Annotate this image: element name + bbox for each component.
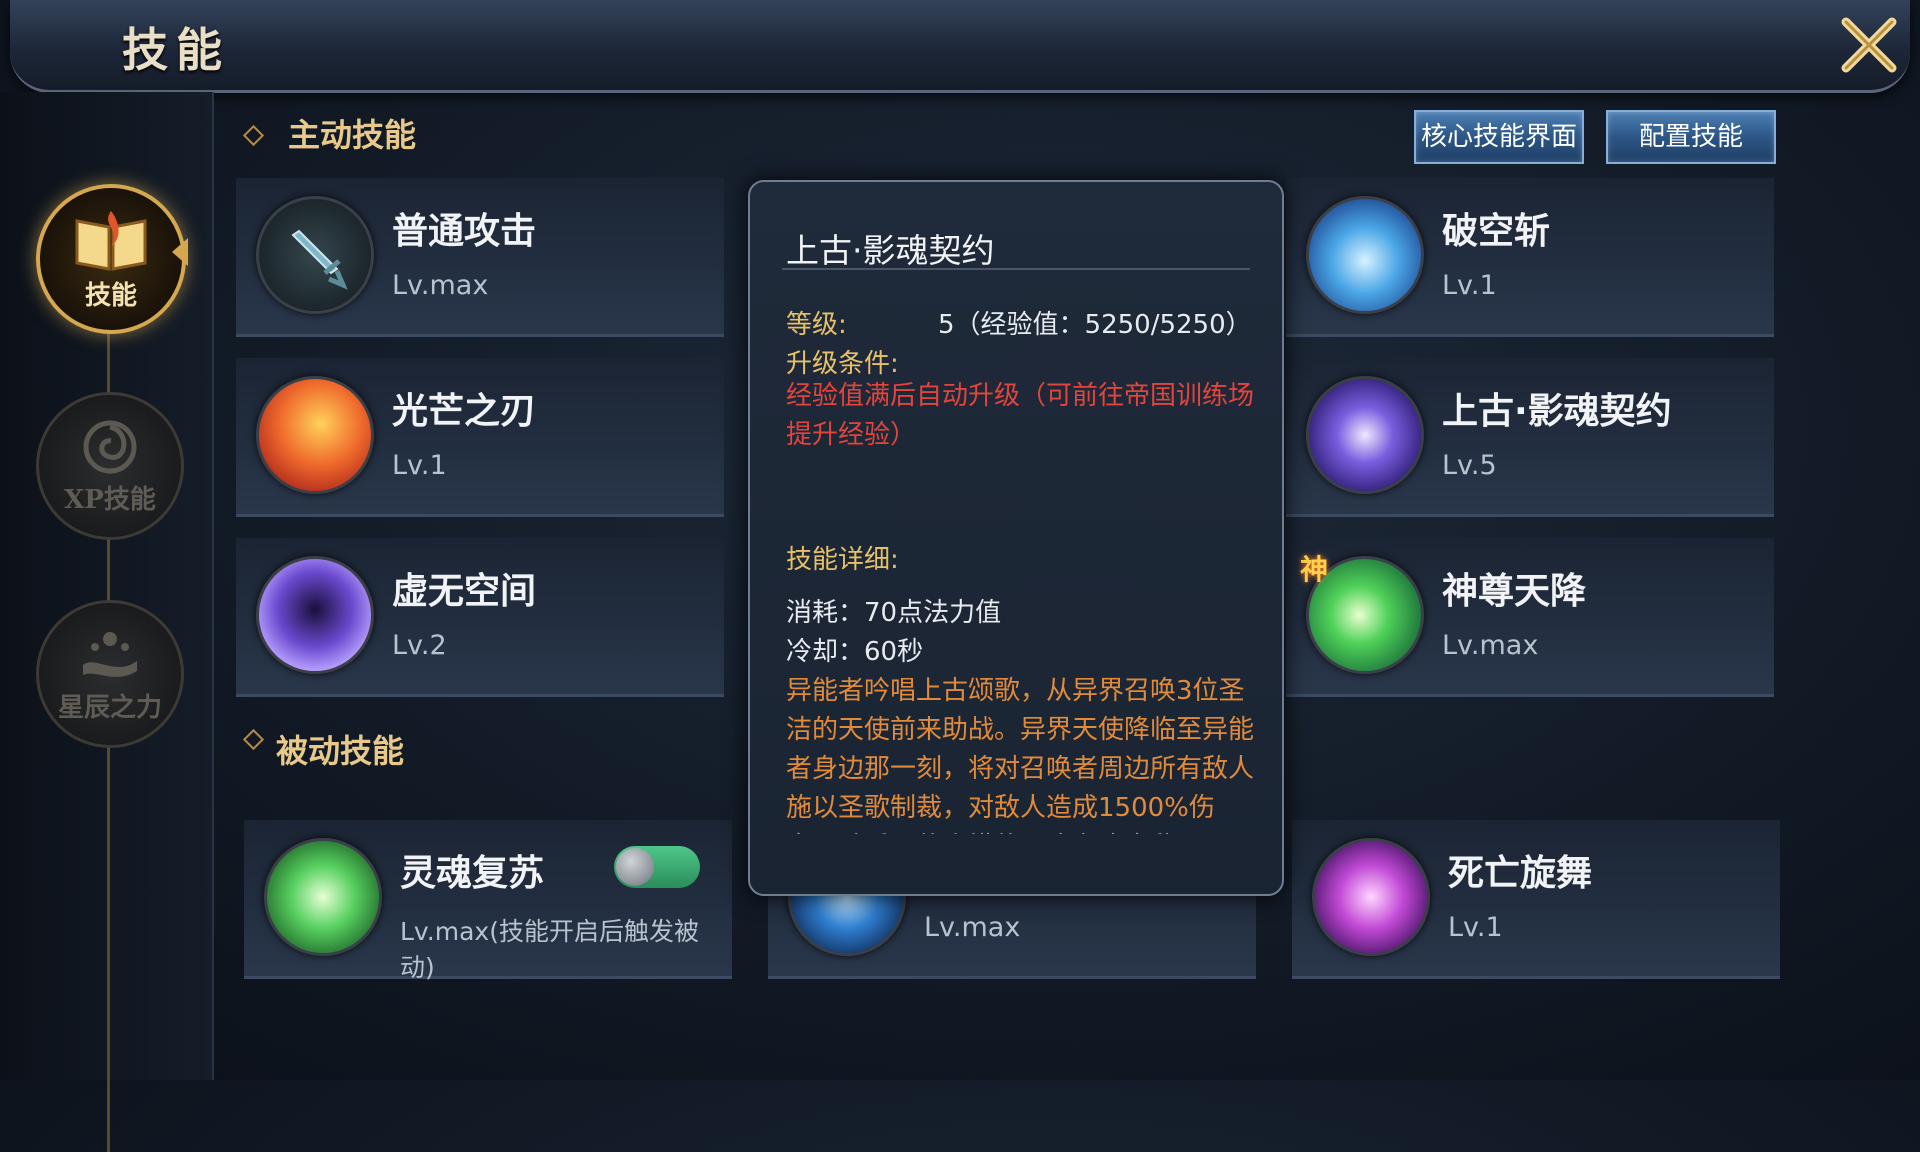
skill-card-light-blade[interactable]: 光芒之刃 Lv.1 bbox=[236, 358, 724, 517]
skill-level: Lv.max bbox=[1442, 630, 1539, 661]
skill-level: Lv.1 bbox=[1442, 270, 1497, 301]
skill-card-shadow-soul-pact[interactable]: 上古·影魂契约 Lv.5 bbox=[1286, 358, 1774, 517]
tooltip-detail-label: 技能详细: bbox=[786, 545, 899, 575]
skill-card-soul-revival[interactable]: 灵魂复苏 Lv.max(技能开启后触发被动) bbox=[244, 820, 732, 982]
window-title: 技能 bbox=[122, 23, 230, 77]
nav-label-xp-skills: XP技能 bbox=[64, 484, 156, 515]
skill-name: 普通攻击 bbox=[392, 211, 537, 252]
title-bar: 技能 bbox=[10, 0, 1910, 93]
tooltip-description: 异能者吟唱上古颂歌，从异界召唤3位圣洁的天使前来助战。异界天使降临至异能者身边那… bbox=[786, 676, 1255, 834]
soul-revive-icon bbox=[264, 838, 382, 956]
death-spiral-icon bbox=[1312, 838, 1430, 956]
tooltip-level-value: 5（经验值：5250/5250） bbox=[938, 310, 1252, 340]
tooltip-detail-body: 消耗：70点法力值 冷却：60秒 异能者吟唱上古颂歌，从异界召唤3位圣洁的天使前… bbox=[786, 594, 1256, 834]
skill-level: Lv.2 bbox=[392, 630, 447, 661]
skill-level: Lv.5 bbox=[1442, 450, 1497, 481]
skill-book-icon bbox=[75, 210, 147, 271]
skill-tooltip: 上古·影魂契约 等级: 5（经验值：5250/5250） 升级条件: 经验值满后… bbox=[748, 180, 1284, 896]
sword-icon bbox=[256, 196, 374, 314]
nav-active-arrow-icon bbox=[172, 238, 188, 266]
nav-item-xp-skills[interactable]: XP技能 bbox=[36, 392, 184, 540]
tooltip-upgrade-label: 升级条件: bbox=[786, 349, 899, 379]
core-skills-button[interactable]: 核心技能界面 bbox=[1414, 110, 1584, 164]
skill-level: Lv.max bbox=[392, 270, 489, 301]
star-hand-icon bbox=[83, 631, 137, 677]
divine-badge: 神 bbox=[1300, 553, 1329, 586]
skill-card-divine-descent[interactable]: 神 神尊天降 Lv.max bbox=[1286, 538, 1774, 697]
active-section-diamond-icon bbox=[242, 124, 265, 147]
passive-toggle-switch[interactable] bbox=[614, 846, 700, 888]
tooltip-divider bbox=[782, 268, 1250, 270]
skill-name: 神尊天降 bbox=[1442, 571, 1587, 612]
skill-name: 灵魂复苏 bbox=[400, 853, 545, 894]
toggle-knob bbox=[616, 848, 654, 886]
skill-level: Lv.max bbox=[924, 912, 1021, 943]
tooltip-cooldown: 冷却：60秒 bbox=[786, 637, 924, 667]
nav-label-skills: 技能 bbox=[84, 280, 137, 311]
tooltip-cost: 消耗：70点法力值 bbox=[786, 598, 1002, 628]
configure-skills-button[interactable]: 配置技能 bbox=[1606, 110, 1776, 164]
skill-level: Lv.1 bbox=[392, 450, 447, 481]
skill-name: 上古·影魂契约 bbox=[1442, 391, 1672, 432]
void-vortex-icon bbox=[256, 556, 374, 674]
nav-item-star-power[interactable]: 星辰之力 bbox=[36, 600, 184, 748]
passive-section-diamond-icon bbox=[242, 728, 265, 751]
skill-name: 虚无空间 bbox=[392, 571, 537, 612]
nav-item-skills[interactable]: 技能 bbox=[36, 184, 186, 334]
tooltip-title: 上古·影魂契约 bbox=[786, 231, 995, 270]
skill-level: Lv.1 bbox=[1448, 912, 1503, 943]
fire-blade-icon bbox=[256, 376, 374, 494]
skill-card-void-space[interactable]: 虚无空间 Lv.2 bbox=[236, 538, 724, 697]
ice-slash-icon bbox=[1306, 196, 1424, 314]
shadow-wings-icon bbox=[1306, 376, 1424, 494]
skill-name: 光芒之刃 bbox=[392, 391, 537, 432]
skill-card-death-dance[interactable]: 死亡旋舞 Lv.1 bbox=[1292, 820, 1780, 979]
skill-level: Lv.max(技能开启后触发被动) bbox=[400, 917, 699, 982]
active-skills-title: 主动技能 bbox=[288, 116, 417, 154]
swirl-icon bbox=[83, 420, 137, 473]
skill-name: 死亡旋舞 bbox=[1448, 853, 1593, 894]
skill-card-sky-slash[interactable]: 破空斩 Lv.1 bbox=[1286, 178, 1774, 337]
skill-name: 破空斩 bbox=[1442, 211, 1551, 252]
nav-label-star-power: 星辰之力 bbox=[57, 692, 162, 723]
close-icon[interactable] bbox=[1836, 12, 1902, 78]
tooltip-level-label: 等级: bbox=[786, 310, 847, 340]
passive-skills-title: 被动技能 bbox=[276, 732, 405, 770]
skill-card-normal-attack[interactable]: 普通攻击 Lv.max bbox=[236, 178, 724, 337]
tooltip-upgrade-text: 经验值满后自动升级（可前往帝国训练场提升经验） bbox=[786, 381, 1255, 450]
